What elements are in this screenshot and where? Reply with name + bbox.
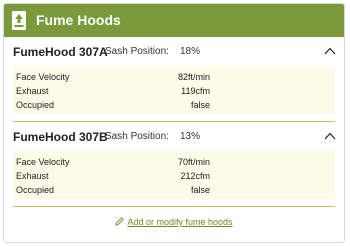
detail-label: Occupied [16,100,55,110]
detail-row-occupied: Occupied false [13,98,335,112]
detail-value: 212cfm [180,171,210,181]
detail-value: 70ft/min [177,157,210,167]
detail-label: Face Velocity [16,72,70,82]
detail-row-exhaust: Exhaust 119cfm [13,84,335,98]
detail-row-face-velocity: Face Velocity 70ft/min [13,155,335,169]
sash-position-value: 18% [180,46,201,57]
detail-value: false [190,185,210,195]
upload-tray-icon [12,11,26,30]
sash-position-label: Sash Position: [105,46,169,57]
divider [13,121,335,122]
detail-value: 119cfm [181,86,210,96]
detail-label: Occupied [16,185,55,195]
sash-position-value: 13% [180,131,201,142]
card-footer: Add or modify fume hoods [4,216,344,228]
card-title: Fume Hoods [36,12,121,28]
detail-row-face-velocity: Face Velocity 82ft/min [13,70,335,84]
detail-label: Face Velocity [16,157,70,167]
pencil-icon [115,217,125,226]
detail-value: false [190,100,210,110]
detail-row-occupied: Occupied false [13,183,335,197]
chevron-up-icon[interactable] [324,132,336,140]
hood-name: FumeHood 307B [13,130,108,144]
hood-name: FumeHood 307A [13,45,108,59]
divider [13,206,335,207]
sash-position-label: Sash Position: [105,131,169,142]
detail-row-exhaust: Exhaust 212cfm [13,169,335,183]
chevron-up-icon[interactable] [324,47,336,55]
fume-hoods-card: Fume Hoods FumeHood 307A Sash Position: … [3,3,345,243]
detail-label: Exhaust [16,86,49,96]
add-modify-fume-hoods-link[interactable]: Add or modify fume hoods [127,217,232,227]
detail-label: Exhaust [16,171,49,181]
card-header: Fume Hoods [4,4,344,37]
hood-details: Face Velocity 70ft/min Exhaust 212cfm Oc… [13,151,335,199]
hood-details: Face Velocity 82ft/min Exhaust 119cfm Oc… [13,66,335,114]
detail-value: 82ft/min [177,72,210,82]
